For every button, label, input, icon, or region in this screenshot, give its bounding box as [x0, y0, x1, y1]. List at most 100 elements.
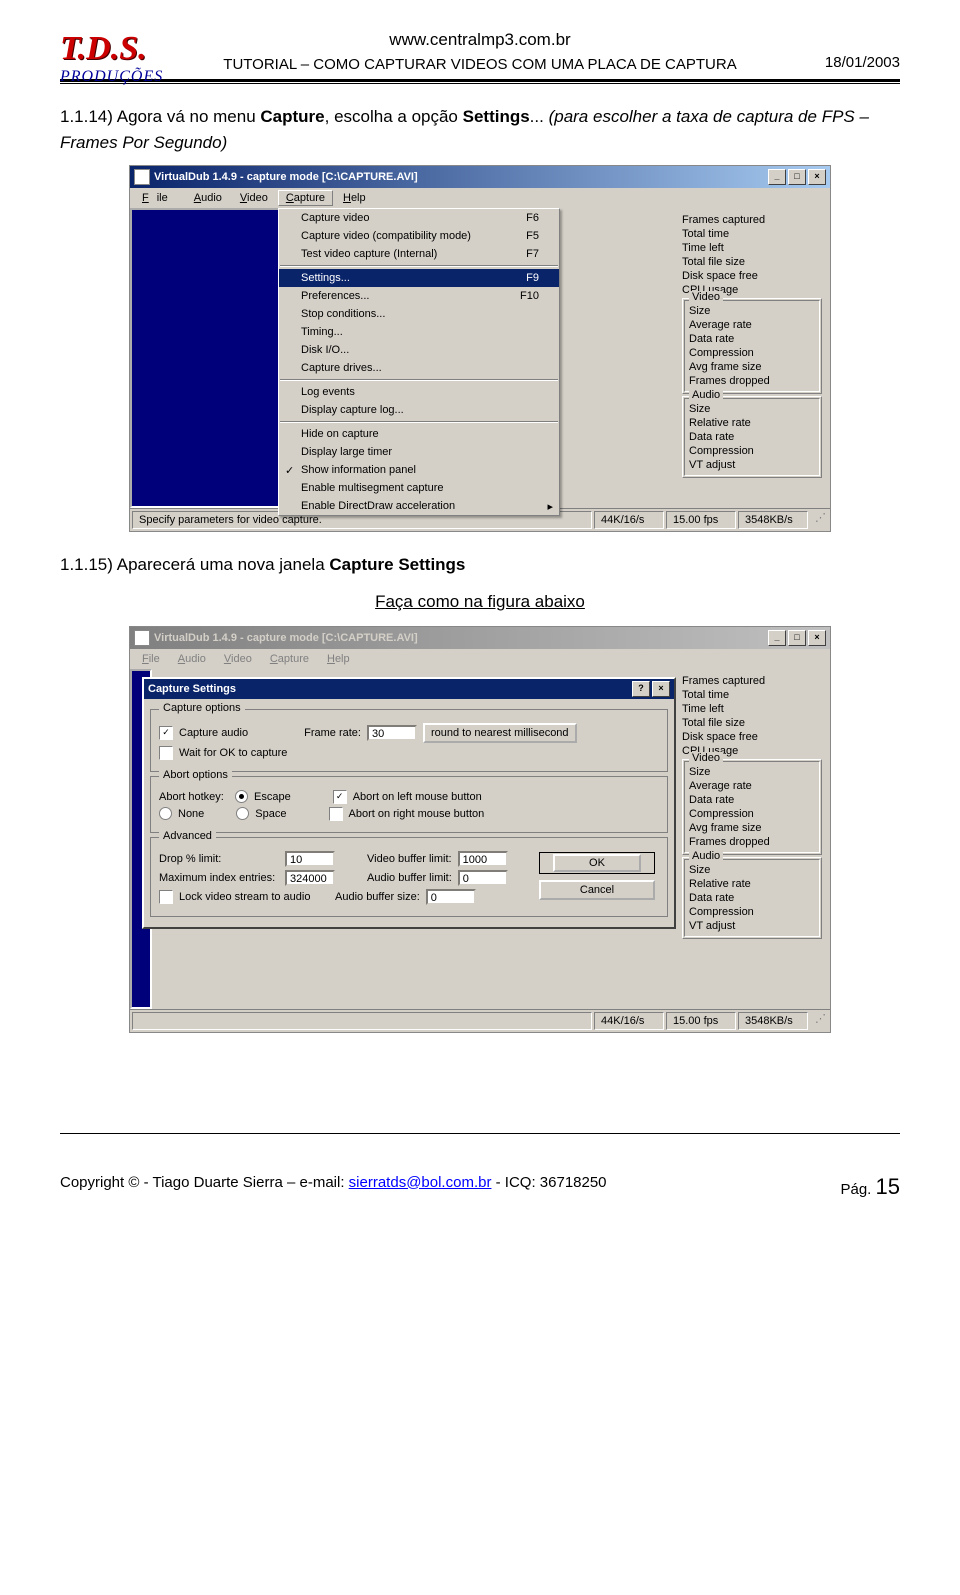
menu-item-disk-io[interactable]: Disk I/O... — [279, 341, 559, 359]
menu-audio[interactable]: Audio — [186, 190, 230, 206]
capture-menu-dropdown: Capture videoF6 Capture video (compatibi… — [278, 208, 560, 516]
header-rule-thin — [60, 83, 900, 84]
header-url: www.centralmp3.com.br — [60, 30, 900, 50]
info-total-time: Total time — [682, 228, 822, 240]
copyright-text: Copyright © - Tiago Duarte Sierra – e-ma… — [60, 1174, 349, 1191]
step-2-caption: Faça como na figura abaixo — [60, 592, 900, 612]
menu-video[interactable]: Video — [232, 190, 276, 206]
video-buffer-input[interactable]: 1000 — [458, 851, 508, 867]
menubar-inactive: File Audio Video Capture Help — [130, 649, 830, 669]
resize-grip-icon[interactable]: ⋰ — [810, 1012, 828, 1030]
close-button[interactable]: × — [808, 630, 826, 646]
menu-file[interactable]: File — [134, 190, 184, 206]
dialog-titlebar: Capture Settings ? × — [144, 679, 674, 699]
frame-rate-label: Frame rate: — [304, 727, 361, 739]
info-panel: Frames captured Total time Time left Tot… — [674, 669, 830, 1009]
abort-right-checkbox[interactable] — [329, 807, 343, 821]
abort-hotkey-label: Abort hotkey: — [159, 791, 229, 803]
email-link[interactable]: sierratds@bol.com.br — [349, 1174, 492, 1191]
menu-item-stop-conditions[interactable]: Stop conditions... — [279, 305, 559, 323]
menu-item-preferences[interactable]: Preferences...F10 — [279, 287, 559, 305]
capture-audio-checkbox[interactable]: ✓ — [159, 726, 173, 740]
submenu-arrow-icon: ▸ — [547, 500, 553, 513]
menu-help: Help — [319, 651, 358, 667]
audio-size-label: Audio buffer size: — [335, 891, 420, 903]
capture-audio-label: Capture audio — [179, 727, 248, 739]
close-button[interactable]: × — [808, 169, 826, 185]
menu-video: Video — [216, 651, 260, 667]
menu-item-multisegment[interactable]: Enable multisegment capture — [279, 479, 559, 497]
status-kb: 3548KB/s — [738, 1012, 808, 1030]
ok-button[interactable]: OK — [539, 852, 655, 874]
menu-item-large-timer[interactable]: Display large timer — [279, 443, 559, 461]
wait-ok-checkbox[interactable] — [159, 746, 173, 760]
info-disk-free: Disk space free — [682, 270, 822, 282]
menu-item-log-events[interactable]: Log events — [279, 383, 559, 401]
menu-item-hide-on-capture[interactable]: Hide on capture — [279, 425, 559, 443]
menu-separator — [280, 421, 558, 423]
minimize-button[interactable]: _ — [768, 630, 786, 646]
menu-item-settings[interactable]: Settings...F9 — [279, 269, 559, 287]
logo-main: T.D.S. — [60, 30, 163, 68]
capture-settings-dialog: Capture Settings ? × Capture options ✓ C… — [142, 677, 676, 929]
abort-options-group: Abort options Abort hotkey: Escape ✓Abor… — [150, 776, 668, 833]
menubar: File Audio Video Capture Help — [130, 188, 830, 208]
window-titlebar-inactive: VirtualDub 1.4.9 - capture mode [C:\CAPT… — [130, 627, 830, 649]
maximize-button[interactable]: □ — [788, 169, 806, 185]
footer-rule — [60, 1133, 900, 1134]
status-audio: 44K/16/s — [594, 511, 664, 529]
info-video-group: Video Size Average rate Data rate Compre… — [682, 298, 822, 394]
round-ms-button[interactable]: round to nearest millisecond — [423, 723, 577, 743]
frame-rate-input[interactable]: 30 — [367, 725, 417, 741]
resize-grip-icon[interactable]: ⋰ — [810, 511, 828, 529]
minimize-button[interactable]: _ — [768, 169, 786, 185]
dialog-title: Capture Settings — [148, 683, 236, 695]
max-index-input[interactable]: 324000 — [285, 870, 335, 886]
page-label: Pág. — [840, 1181, 871, 1198]
audio-buffer-input[interactable]: 0 — [458, 870, 508, 886]
max-index-label: Maximum index entries: — [159, 872, 279, 884]
window-title: VirtualDub 1.4.9 - capture mode [C:\CAPT… — [154, 171, 768, 183]
menu-capture[interactable]: Capture — [278, 190, 333, 206]
menu-item-display-log[interactable]: Display capture log... — [279, 401, 559, 419]
menu-file: File — [134, 651, 168, 667]
capture-options-group: Capture options ✓ Capture audio Frame ra… — [150, 709, 668, 772]
page-header: T.D.S. PRODUÇÕES www.centralmp3.com.br T… — [60, 30, 900, 77]
step-2-text: 1.1.15) Aparecerá uma nova janela Captur… — [60, 552, 900, 578]
wait-ok-label: Wait for OK to capture — [179, 747, 287, 759]
page-footer: Copyright © - Tiago Duarte Sierra – e-ma… — [60, 1174, 900, 1191]
menu-audio: Audio — [170, 651, 214, 667]
audio-buffer-label: Audio buffer limit: — [367, 872, 452, 884]
cancel-button[interactable]: Cancel — [539, 880, 655, 900]
radio-none[interactable] — [159, 807, 172, 820]
check-icon: ✓ — [285, 464, 294, 477]
icq-text: - ICQ: 36718250 — [491, 1174, 606, 1191]
menu-item-capture-video[interactable]: Capture videoF6 — [279, 209, 559, 227]
menu-item-timing[interactable]: Timing... — [279, 323, 559, 341]
menu-item-test-capture[interactable]: Test video capture (Internal)F7 — [279, 245, 559, 263]
drop-limit-input[interactable]: 10 — [285, 851, 335, 867]
menu-item-capture-compat[interactable]: Capture video (compatibility mode)F5 — [279, 227, 559, 245]
window-titlebar: VirtualDub 1.4.9 - capture mode [C:\CAPT… — [130, 166, 830, 188]
dialog-close-button[interactable]: × — [652, 681, 670, 697]
radio-escape[interactable] — [235, 790, 248, 803]
drop-limit-label: Drop % limit: — [159, 853, 279, 865]
statusbar: 44K/16/s 15.00 fps 3548KB/s ⋰ — [130, 1009, 830, 1032]
video-buffer-label: Video buffer limit: — [367, 853, 452, 865]
audio-size-input[interactable]: 0 — [426, 889, 476, 905]
menu-help[interactable]: Help — [335, 190, 374, 206]
menu-item-directdraw[interactable]: Enable DirectDraw acceleration▸ — [279, 497, 559, 515]
menu-item-show-info-panel[interactable]: ✓Show information panel — [279, 461, 559, 479]
info-audio-group: Audio Size Relative rate Data rate Compr… — [682, 396, 822, 478]
menu-item-capture-drives[interactable]: Capture drives... — [279, 359, 559, 377]
help-button[interactable]: ? — [632, 681, 650, 697]
maximize-button[interactable]: □ — [788, 630, 806, 646]
advanced-group: Advanced Drop % limit: 10 Video buffer l… — [150, 837, 668, 917]
app-icon — [134, 630, 150, 646]
status-text — [132, 1012, 592, 1030]
info-audio-group: Audio Size Relative rate Data rate Compr… — [682, 857, 822, 939]
status-fps: 15.00 fps — [666, 511, 736, 529]
abort-left-checkbox[interactable]: ✓ — [333, 790, 347, 804]
radio-space[interactable] — [236, 807, 249, 820]
lock-video-checkbox[interactable] — [159, 890, 173, 904]
